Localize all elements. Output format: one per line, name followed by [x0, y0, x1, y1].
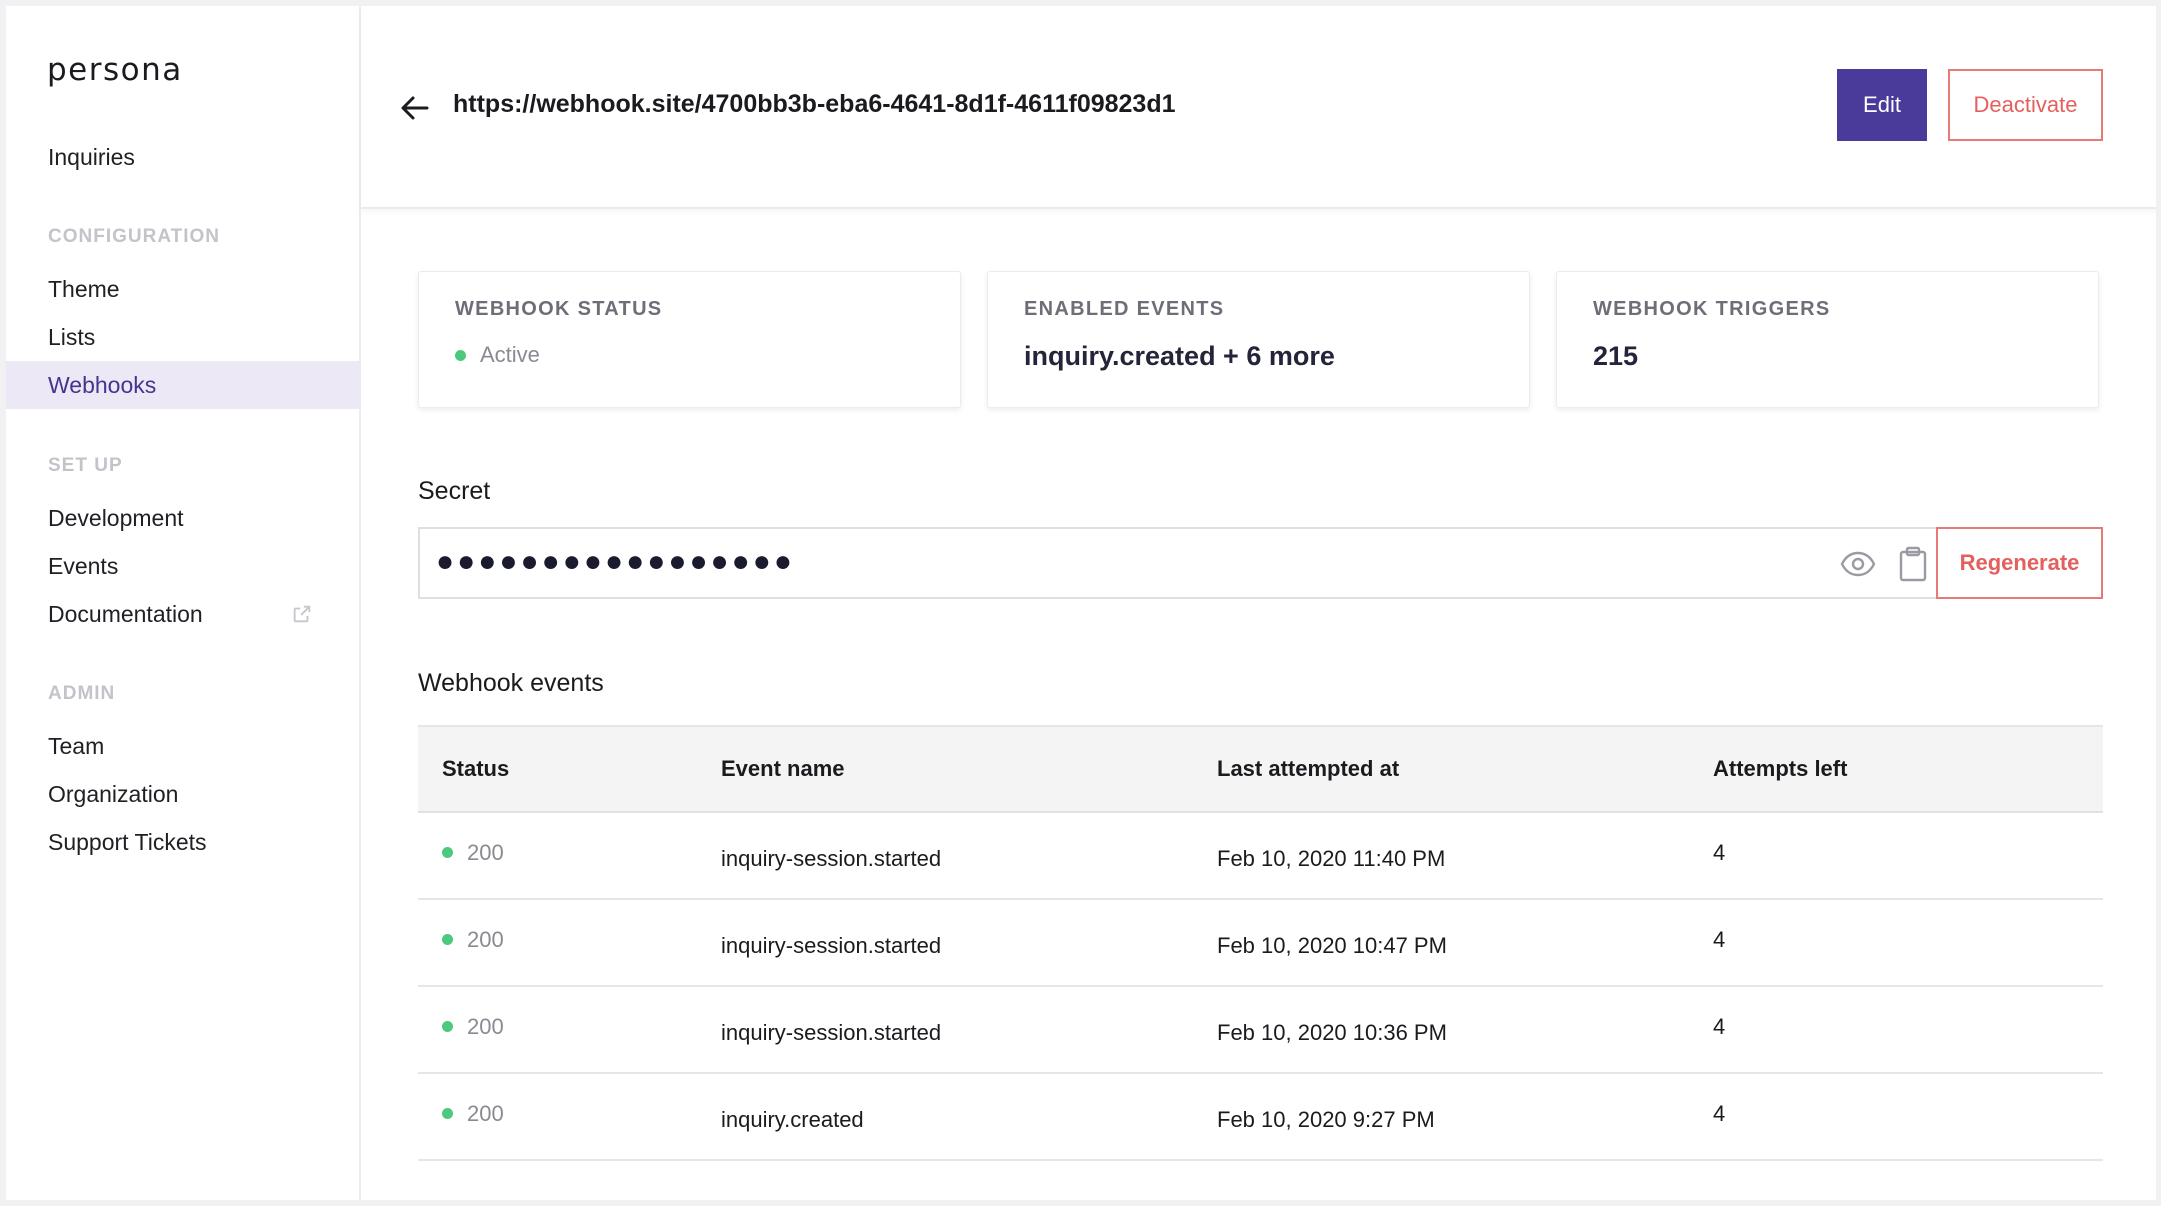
sidebar-item-inquiries[interactable]: Inquiries [6, 133, 361, 181]
arrow-left-icon[interactable] [399, 92, 431, 124]
persona-logo[interactable]: persona [47, 52, 183, 88]
external-link-icon [293, 605, 311, 623]
webhook-status-card: WEBHOOK STATUS Active [418, 271, 961, 408]
status-dot-icon [442, 847, 453, 858]
secret-field[interactable]: ●●●●●●●●●●●●●●●●● [418, 527, 1936, 599]
sidebar-item-organization[interactable]: Organization [6, 770, 361, 818]
card-label: WEBHOOK STATUS [455, 298, 663, 320]
table-row[interactable]: 200 inquiry-session.started Feb 10, 2020… [418, 813, 2103, 900]
section-title-configuration: CONFIGURATION [48, 226, 221, 247]
column-header-status[interactable]: Status [418, 756, 721, 782]
webhook-events-table: Status Event name Last attempted at Atte… [418, 725, 2103, 1161]
table-row[interactable]: 200 inquiry.created Feb 10, 2020 9:27 PM… [418, 1074, 2103, 1161]
app-window: persona Inquiries CONFIGURATION Theme Li… [6, 6, 2156, 1200]
attempts-left-cell: 4 [1713, 1100, 1726, 1126]
event-name-cell: inquiry-session.started [721, 845, 942, 871]
sidebar-item-label: Inquiries [48, 144, 135, 170]
eye-icon[interactable] [1840, 549, 1876, 579]
page-header: https://webhook.site/4700bb3b-eba6-4641-… [361, 6, 2156, 209]
sidebar-item-documentation[interactable]: Documentation [6, 590, 361, 638]
status-dot-icon [442, 1021, 453, 1032]
attempts-left-cell: 4 [1713, 839, 1726, 865]
sidebar-item-label: Development [48, 505, 184, 531]
status-code: 200 [467, 1100, 504, 1126]
sidebar-item-label: Webhooks [48, 372, 157, 398]
status-indicator: Active [455, 342, 960, 368]
status-code: 200 [467, 1013, 504, 1039]
table-row[interactable]: 200 inquiry-session.started Feb 10, 2020… [418, 987, 2103, 1074]
table-header: Status Event name Last attempted at Atte… [418, 725, 2103, 813]
last-attempted-cell: Feb 10, 2020 11:40 PM [1217, 845, 1446, 871]
sidebar-item-label: Lists [48, 324, 96, 350]
sidebar-item-label: Theme [48, 276, 120, 302]
event-name-cell: inquiry-session.started [721, 932, 942, 958]
enabled-events-card: ENABLED EVENTS inquiry.created + 6 more [987, 271, 1530, 408]
sidebar-item-label: Organization [48, 781, 179, 807]
last-attempted-cell: Feb 10, 2020 10:47 PM [1217, 932, 1447, 958]
status-cell: 200 [418, 1101, 721, 1127]
sidebar-item-webhooks[interactable]: Webhooks [6, 361, 361, 409]
status-code: 200 [467, 926, 504, 952]
sidebar: persona Inquiries CONFIGURATION Theme Li… [6, 6, 361, 1200]
clipboard-icon[interactable] [1898, 546, 1928, 582]
secret-masked-value: ●●●●●●●●●●●●●●●●● [436, 545, 796, 578]
sidebar-item-development[interactable]: Development [6, 494, 361, 542]
event-name-cell: inquiry.created [721, 1106, 864, 1132]
status-dot-icon [442, 1108, 453, 1119]
status-cell: 200 [418, 927, 721, 953]
column-header-event-name[interactable]: Event name [721, 756, 1217, 782]
sidebar-item-label: Team [48, 733, 105, 759]
sidebar-item-team[interactable]: Team [6, 722, 361, 770]
card-label: ENABLED EVENTS [1024, 298, 1225, 320]
card-value: 215 [1593, 341, 1639, 371]
sidebar-item-label: Events [48, 553, 119, 579]
card-value: inquiry.created + 6 more [1024, 341, 1335, 371]
section-title-admin: ADMIN [48, 683, 116, 704]
regenerate-button[interactable]: Regenerate [1936, 527, 2103, 599]
column-header-attempts-left[interactable]: Attempts left [1713, 756, 2103, 782]
sidebar-item-lists[interactable]: Lists [6, 313, 361, 361]
sidebar-item-label: Documentation [48, 601, 203, 627]
column-header-last-attempted[interactable]: Last attempted at [1217, 756, 1713, 782]
attempts-left-cell: 4 [1713, 926, 1726, 952]
last-attempted-cell: Feb 10, 2020 9:27 PM [1217, 1106, 1435, 1132]
sidebar-item-events[interactable]: Events [6, 542, 361, 590]
attempts-left-cell: 4 [1713, 1013, 1726, 1039]
card-label: WEBHOOK TRIGGERS [1593, 298, 1831, 320]
webhook-triggers-card: WEBHOOK TRIGGERS 215 [1556, 271, 2099, 408]
webhook-events-heading: Webhook events [418, 669, 604, 697]
status-cell: 200 [418, 1014, 721, 1040]
status-dot-icon [442, 934, 453, 945]
status-cell: 200 [418, 840, 721, 866]
status-dot-icon [455, 349, 466, 361]
page-title: https://webhook.site/4700bb3b-eba6-4641-… [453, 90, 1176, 118]
event-name-cell: inquiry-session.started [721, 1019, 942, 1045]
section-title-setup: SET UP [48, 455, 123, 476]
sidebar-item-support-tickets[interactable]: Support Tickets [6, 818, 361, 866]
last-attempted-cell: Feb 10, 2020 10:36 PM [1217, 1019, 1447, 1045]
sidebar-item-theme[interactable]: Theme [6, 265, 361, 313]
sidebar-item-label: Support Tickets [48, 829, 207, 855]
secret-heading: Secret [418, 477, 491, 505]
status-code: 200 [467, 839, 504, 865]
deactivate-button[interactable]: Deactivate [1948, 69, 2103, 141]
main-content: https://webhook.site/4700bb3b-eba6-4641-… [361, 6, 2156, 1200]
edit-button[interactable]: Edit [1837, 69, 1927, 141]
status-value: Active [480, 342, 540, 367]
table-row[interactable]: 200 inquiry-session.started Feb 10, 2020… [418, 900, 2103, 987]
